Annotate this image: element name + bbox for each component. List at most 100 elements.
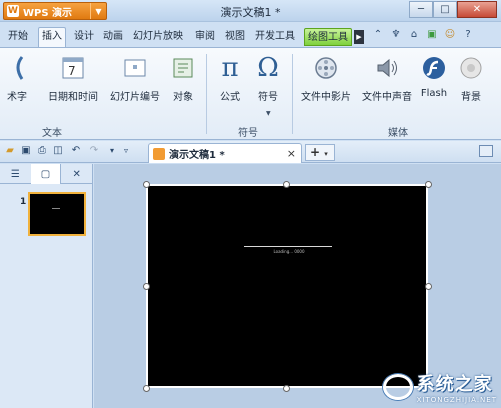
user-icon[interactable]: ☺ [444, 29, 456, 41]
movie-from-file-button[interactable]: 文件中影片 [296, 54, 356, 103]
slide-number-label: 幻灯片编号 [110, 92, 160, 103]
help-icon[interactable]: ? [462, 29, 474, 41]
formula-button[interactable]: π 公式 [212, 53, 248, 103]
watermark-text: 系统之家 XITONGZHIJIA.NET [417, 370, 497, 404]
outline-tab-icon[interactable]: ☰ [0, 164, 31, 184]
wordart-button[interactable]: 术字 [0, 54, 36, 103]
undo-icon[interactable]: ↶ [70, 145, 82, 157]
slide-number-icon [121, 54, 149, 82]
sound-from-file-label: 文件中声音 [362, 92, 412, 103]
tab-home[interactable]: 开始 [8, 28, 28, 46]
background-button[interactable]: 背景 [454, 54, 488, 103]
movie-from-file-label: 文件中影片 [301, 92, 351, 103]
date-time-label: 日期和时间 [48, 92, 98, 103]
formula-label: 公式 [220, 92, 240, 103]
close-pane-icon[interactable]: ✕ [61, 164, 92, 184]
slide-pane: ☰ ▢ ✕ 1 [0, 164, 93, 408]
group-label-media: 媒体 [388, 128, 408, 139]
resize-handle[interactable] [283, 181, 290, 188]
thumbnail-line [52, 208, 60, 209]
resize-handle[interactable] [425, 181, 432, 188]
flash-icon [420, 54, 448, 82]
tab-view[interactable]: 视图 [225, 28, 245, 46]
symbol-label: 符号 [258, 92, 278, 103]
window-controls: ─ □ ✕ [409, 1, 497, 18]
slide-title-line [244, 246, 332, 247]
customize-toolbar-icon[interactable]: ▾ [106, 145, 118, 157]
symbol-button[interactable]: Ω 符号 [250, 53, 286, 103]
close-tab-icon[interactable]: × [287, 147, 296, 160]
group-divider [206, 54, 207, 134]
tab-insert[interactable]: 插入 [38, 27, 66, 47]
title-bar: W WPS 演示 ▼ 演示文稿1 * ─ □ ✕ [0, 0, 501, 22]
save-icon[interactable]: ▣ [20, 145, 32, 157]
open-folder-icon[interactable]: ▰ [4, 145, 16, 157]
group-label-text: 文本 [42, 128, 62, 139]
document-tab[interactable]: 演示文稿1 * × [148, 143, 302, 163]
group-divider [292, 54, 293, 134]
flash-button[interactable]: Flash [418, 54, 450, 99]
wordart-label: 术字 [7, 92, 27, 103]
minimize-button[interactable]: ─ [409, 1, 433, 18]
resize-handle[interactable] [425, 283, 432, 290]
calendar-icon: 7 [59, 54, 87, 82]
panel-toggle-icon[interactable] [479, 145, 493, 157]
chevron-down-icon[interactable]: ▾ [324, 150, 328, 158]
ribbon-panel: 术字 7 日期和时间 幻灯片编号 对象 文本 π 公式 Ω 符号 ▼ 符号 文件… [0, 47, 501, 140]
print-preview-icon[interactable]: ◫ [52, 145, 64, 157]
tab-scroll-right-icon[interactable]: ▶ [354, 30, 364, 44]
omega-icon: Ω [257, 53, 279, 83]
document-tab-title: 演示文稿1 * [169, 150, 225, 161]
home-icon[interactable]: ⌂ [408, 29, 420, 41]
object-icon [169, 54, 197, 82]
watermark-en: XITONGZHIJIA.NET [416, 396, 497, 404]
presentation-file-icon [153, 147, 165, 160]
chevron-down-icon[interactable]: ▼ [266, 110, 271, 117]
resize-handle[interactable] [143, 283, 150, 290]
close-button[interactable]: ✕ [457, 1, 497, 18]
resize-handle[interactable] [143, 181, 150, 188]
tab-slideshow[interactable]: 幻灯片放映 [133, 28, 183, 46]
watermark-logo-icon [382, 374, 413, 400]
tab-developer[interactable]: 开发工具 [255, 28, 295, 46]
date-time-button[interactable]: 7 日期和时间 [40, 54, 106, 103]
background-label: 背景 [461, 92, 481, 103]
slide-canvas: Loading... 0000 系统之家 XITONGZHIJIA.NET [94, 164, 501, 408]
slide-number: 1 [20, 197, 27, 207]
print-icon[interactable]: ⎙ [36, 145, 48, 157]
slide-pane-tabs: ☰ ▢ ✕ [0, 164, 92, 184]
caret-up-icon[interactable]: ⌃ [372, 29, 384, 41]
group-label-symbol: 符号 [238, 128, 258, 139]
chevron-down-icon[interactable]: ▿ [120, 145, 132, 157]
object-button[interactable]: 对象 [166, 54, 200, 103]
watermark: 系统之家 XITONGZHIJIA.NET [382, 370, 497, 404]
wordart-icon [3, 54, 31, 82]
image-icon[interactable]: ▣ [426, 29, 438, 41]
slide-thumbnail[interactable] [28, 192, 86, 236]
sound-from-file-button[interactable]: 文件中声音 [358, 54, 416, 103]
tab-design[interactable]: 设计 [74, 28, 94, 46]
svg-text:7: 7 [68, 64, 76, 78]
document-tab-bar: ▰ ▣ ⎙ ◫ ↶ ↷ ▾ ▿ 演示文稿1 * × + ▾ [0, 141, 501, 163]
film-reel-icon [312, 54, 340, 82]
resize-handle[interactable] [283, 385, 290, 392]
ribbon-tab-bar: 开始 插入 设计 动画 幻灯片放映 审阅 视图 开发工具 绘图工具 ▶ ⌃ ♆ … [0, 26, 501, 47]
object-label: 对象 [173, 92, 193, 103]
slide-number-button[interactable]: 幻灯片编号 [106, 54, 164, 103]
maximize-button[interactable]: □ [433, 1, 457, 18]
tab-drawing-tools[interactable]: 绘图工具 [304, 28, 352, 46]
new-tab-plus: + [310, 145, 321, 159]
flash-label: Flash [420, 88, 448, 99]
slide[interactable]: Loading... 0000 [146, 184, 428, 388]
pi-icon: π [221, 53, 239, 83]
resize-handle[interactable] [143, 385, 150, 392]
tab-review[interactable]: 审阅 [195, 28, 215, 46]
new-tab-button[interactable]: + ▾ [305, 144, 335, 161]
tab-animation[interactable]: 动画 [103, 28, 123, 46]
speaker-icon [373, 54, 401, 82]
shirt-icon[interactable]: ♆ [390, 29, 402, 41]
quick-icons: ⌃ ♆ ⌂ ▣ ☺ ? [372, 29, 474, 41]
redo-icon[interactable]: ↷ [88, 145, 100, 157]
watermark-cn: 系统之家 [416, 374, 493, 395]
slides-tab-icon[interactable]: ▢ [30, 164, 62, 184]
